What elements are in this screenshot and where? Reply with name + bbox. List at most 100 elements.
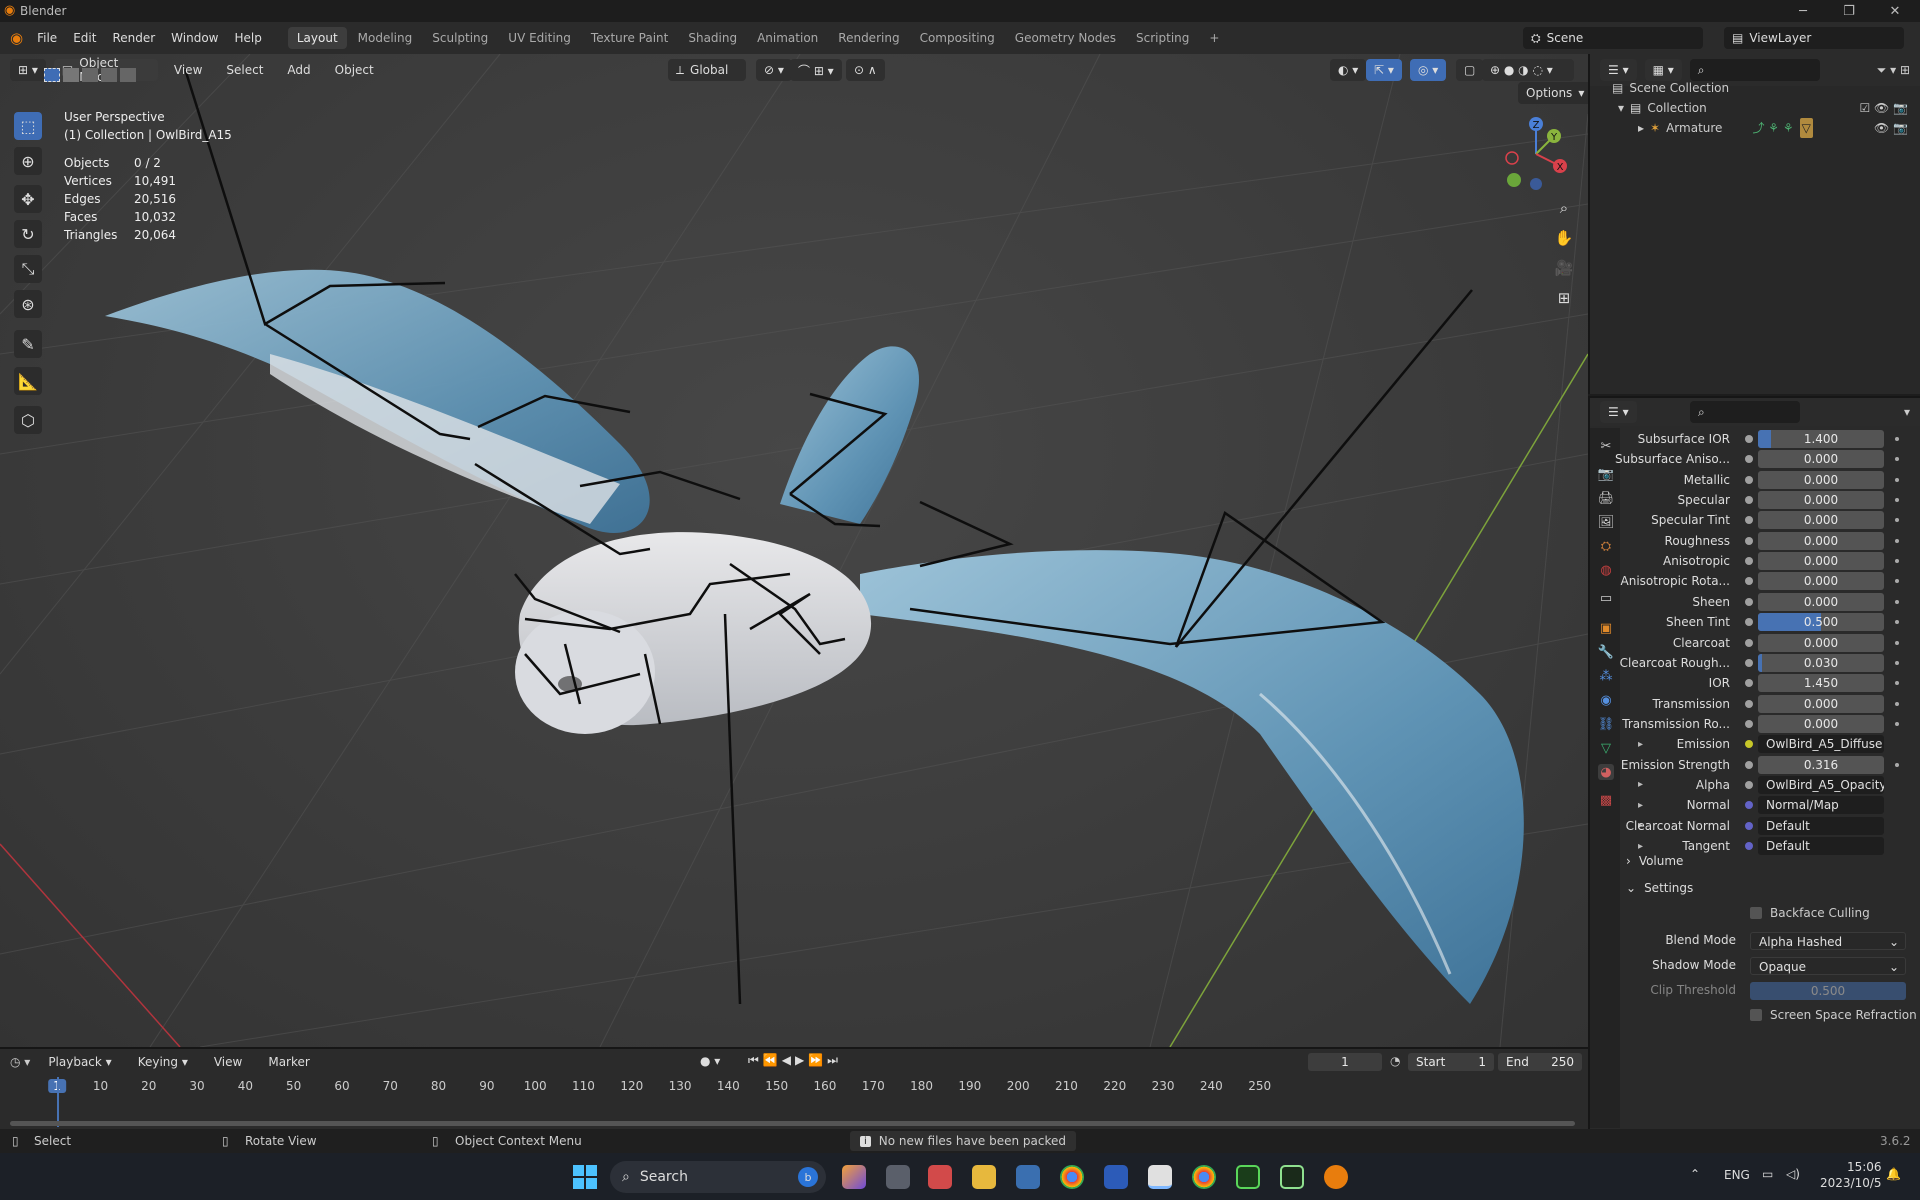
property-field[interactable]: 1.450 — [1758, 674, 1884, 693]
timeline-editor-icon[interactable]: ◷ ▾ — [10, 1055, 30, 1069]
preview-range-icon[interactable]: ◔ — [1390, 1054, 1400, 1068]
pivot-icon[interactable]: ⊘ ▾ — [756, 59, 792, 81]
socket-icon[interactable] — [1745, 842, 1753, 850]
expand-arrow-icon[interactable]: ▸ — [1638, 841, 1643, 852]
property-field[interactable]: 0.000 — [1758, 694, 1884, 713]
copilot-icon[interactable] — [842, 1165, 866, 1189]
property-field[interactable]: 0.500 — [1758, 613, 1884, 632]
socket-icon[interactable] — [1745, 658, 1753, 667]
keyframe-dot-icon[interactable] — [1895, 559, 1899, 564]
socket-icon[interactable] — [1745, 638, 1753, 647]
collection-toggles[interactable]: ☑ 👁 📷 — [1859, 98, 1908, 118]
keyframe-dot-icon[interactable] — [1895, 701, 1899, 706]
menu-select[interactable]: Select — [218, 63, 271, 77]
3d-viewport[interactable]: ⊞ ▾ ▣Object Mode View Select Add Object … — [0, 54, 1588, 1047]
property-field[interactable]: 0.000 — [1758, 470, 1884, 489]
view-layer-selector[interactable]: ▤ ViewLayer — [1724, 27, 1904, 49]
menu-edit[interactable]: Edit — [65, 31, 104, 45]
keyframe-dot-icon[interactable] — [1895, 762, 1899, 767]
keyframe-dot-icon[interactable] — [1895, 599, 1899, 604]
keyframe-dot-icon[interactable] — [1895, 579, 1899, 584]
tab-texture-paint[interactable]: Texture Paint — [582, 27, 677, 49]
tab-rendering[interactable]: Rendering — [829, 27, 908, 49]
game-icon[interactable] — [1236, 1165, 1260, 1189]
property-field[interactable]: 0.000 — [1758, 531, 1884, 550]
property-field[interactable]: 0.000 — [1758, 572, 1884, 591]
tab-compositing[interactable]: Compositing — [911, 27, 1004, 49]
property-field[interactable]: Default — [1758, 816, 1884, 835]
menu-file[interactable]: File — [29, 31, 65, 45]
orientation-selector[interactable]: ⟂ Global — [668, 59, 746, 81]
xray-icon[interactable]: ▢ — [1456, 59, 1484, 81]
clip-threshold-field[interactable]: 0.500 — [1750, 982, 1906, 1000]
measure-tool-icon[interactable]: 📐 — [14, 367, 42, 395]
backface-culling-row[interactable]: Backface Culling — [1750, 906, 1870, 920]
tab-shading[interactable]: Shading — [679, 27, 746, 49]
socket-icon[interactable] — [1745, 679, 1753, 688]
language-indicator[interactable]: ENG — [1724, 1168, 1750, 1182]
rotate-tool-icon[interactable]: ↻ — [14, 220, 42, 248]
property-field[interactable]: 0.000 — [1758, 592, 1884, 611]
blender-taskbar-icon[interactable] — [1324, 1165, 1348, 1189]
keyframe-dot-icon[interactable] — [1895, 538, 1899, 543]
keyframe-dot-icon[interactable] — [1895, 498, 1899, 503]
add-cube-tool-icon[interactable]: ⬡ — [14, 406, 42, 434]
gizmo-neg-x-icon[interactable] — [1505, 151, 1519, 165]
transform-tool-icon[interactable]: ⊛ — [14, 290, 42, 318]
tab-animation[interactable]: Animation — [748, 27, 827, 49]
select-intersect-icon[interactable] — [120, 68, 136, 82]
menu-playback[interactable]: Playback ▾ — [40, 1055, 119, 1069]
photos-icon[interactable] — [1016, 1165, 1040, 1189]
menu-object[interactable]: Object — [327, 63, 382, 77]
property-field[interactable]: Normal/Map — [1758, 796, 1884, 815]
paint-icon[interactable] — [1148, 1165, 1172, 1189]
chrome-icon[interactable] — [1060, 1165, 1084, 1189]
select-subtract-icon[interactable] — [82, 68, 98, 82]
socket-icon[interactable] — [1745, 577, 1753, 586]
notification-bell-icon[interactable]: 🔔 — [1886, 1167, 1901, 1181]
proportional-edit-icon[interactable]: ⊙ ∧ — [846, 59, 885, 81]
blend-mode-select[interactable]: Alpha Hashed ⌄ — [1750, 932, 1906, 950]
keyframe-dot-icon[interactable] — [1895, 721, 1899, 726]
windows-start-icon[interactable] — [573, 1165, 597, 1189]
app-icon[interactable] — [928, 1165, 952, 1189]
ssr-checkbox[interactable] — [1750, 1009, 1762, 1021]
tab-geometry-nodes[interactable]: Geometry Nodes — [1006, 27, 1125, 49]
keyframe-dot-icon[interactable] — [1895, 518, 1899, 523]
socket-icon[interactable] — [1745, 821, 1753, 830]
keyframe-dot-icon[interactable] — [1895, 477, 1899, 482]
collapse-arrow-icon[interactable]: ▸ — [1638, 118, 1644, 138]
socket-icon[interactable] — [1745, 557, 1753, 566]
blender-menu-icon[interactable]: ◉ — [10, 29, 23, 47]
property-field[interactable]: Default — [1758, 837, 1884, 855]
record-icon[interactable]: ● ▾ — [700, 1054, 720, 1068]
scene-selector[interactable]: ⛭ Scene — [1523, 27, 1703, 49]
file-explorer-icon[interactable] — [972, 1165, 996, 1189]
tab-sculpting[interactable]: Sculpting — [423, 27, 497, 49]
shading-mode-icons[interactable]: ⊕ ● ◑ ◌ ▾ — [1482, 59, 1574, 81]
tab-layout[interactable]: Layout — [287, 27, 347, 49]
expand-arrow-icon[interactable]: ▸ — [1638, 779, 1643, 790]
app3-icon[interactable] — [1280, 1165, 1304, 1189]
gizmo-neg-z-icon[interactable] — [1530, 178, 1542, 190]
zoom-icon[interactable]: ⌕ — [1550, 194, 1578, 222]
property-field[interactable]: 0.000 — [1758, 511, 1884, 530]
socket-icon[interactable] — [1745, 455, 1753, 464]
keyframe-dot-icon[interactable] — [1895, 681, 1899, 686]
network-icon[interactable]: ▭ — [1762, 1167, 1773, 1181]
armature-toggles[interactable]: 👁 📷 — [1859, 118, 1908, 138]
pan-hand-icon[interactable]: ✋ — [1550, 224, 1578, 252]
tray-chevron-icon[interactable]: ⌃ — [1690, 1167, 1700, 1181]
keyframe-dot-icon[interactable] — [1895, 620, 1899, 625]
collection-row[interactable]: ▾ ▤ Collection — [1618, 98, 1813, 118]
backface-culling-checkbox[interactable] — [1750, 907, 1762, 919]
menu-add[interactable]: Add — [279, 63, 318, 77]
task-view-icon[interactable] — [886, 1165, 910, 1189]
outliner-filter-icon[interactable]: ⏷ ▾ ⊞ — [1877, 63, 1910, 78]
keyframe-dot-icon[interactable] — [1895, 457, 1899, 462]
property-field[interactable]: 1.400 — [1758, 430, 1884, 448]
keyframe-dot-icon[interactable] — [1895, 640, 1899, 645]
socket-icon[interactable] — [1745, 618, 1753, 627]
timeline-scrollbar[interactable] — [10, 1121, 1575, 1126]
socket-icon[interactable] — [1745, 760, 1753, 769]
